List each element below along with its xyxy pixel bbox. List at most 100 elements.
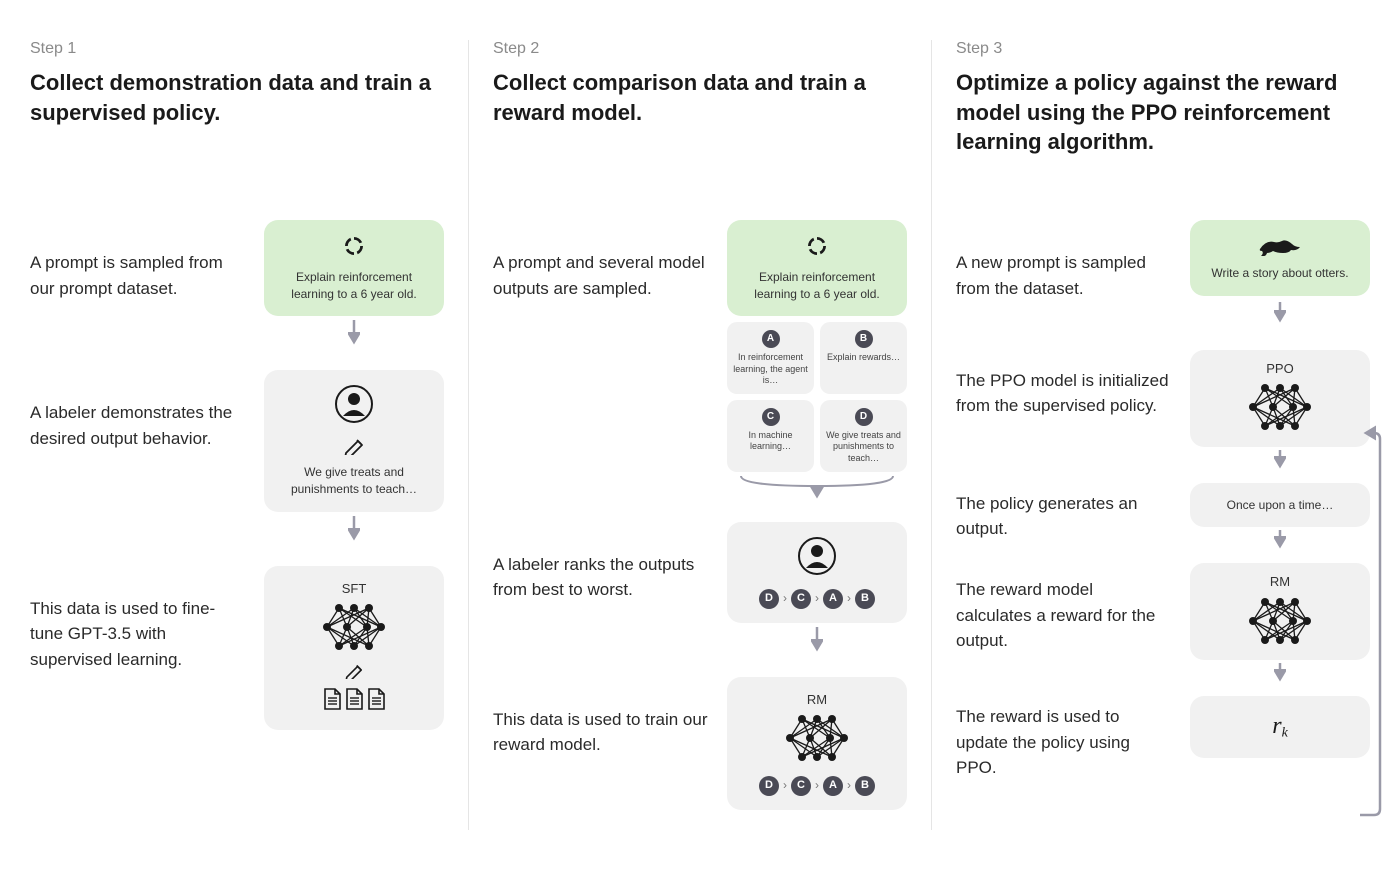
reward-symbol: r (1272, 713, 1281, 739)
rank-ball: A (823, 776, 843, 796)
ranking-row: D› C› A› B (737, 589, 897, 609)
rank-ball: C (791, 776, 811, 796)
step-2-label: Step 2 (493, 40, 907, 58)
rm-card: RM (1190, 563, 1370, 660)
option-d: D We give treats and punishments to teach… (820, 400, 907, 472)
docs-row (322, 687, 386, 711)
step-2-row-samples: A prompt and several model outputs are s… (493, 220, 907, 502)
rank-ball: A (823, 589, 843, 609)
rank-ball: B (855, 589, 875, 609)
merge-arrow-icon (727, 472, 907, 502)
option-letter: C (762, 408, 780, 426)
arrow-down-icon (1190, 660, 1370, 686)
step-2-row-rm: This data is used to train our reward mo… (493, 677, 907, 810)
step-3-row-output-text: The policy generates an output. (956, 483, 1172, 542)
person-icon (797, 536, 837, 576)
step-3-row-ppo-text: The PPO model is initialized from the su… (956, 350, 1172, 419)
options-grid: A In reinforcement learning, the agent is… (727, 322, 907, 472)
step-3-row-rm-text: The reward model calculates a reward for… (956, 563, 1172, 654)
pen-icon (345, 661, 363, 679)
neural-net-icon (1245, 596, 1315, 646)
step-1-row-prompt-text: A prompt is sampled from our prompt data… (30, 220, 246, 301)
step-2-row-ranking-text: A labeler ranks the outputs from best to… (493, 522, 709, 603)
step-3-row-reward-text: The reward is used to update the policy … (956, 696, 1172, 781)
step-3-title: Optimize a policy against the reward mod… (956, 68, 1370, 158)
step-3-row-ppo: The PPO model is initialized from the su… (956, 350, 1370, 473)
step-1-title: Collect demonstration data and train a s… (30, 68, 444, 158)
step-1-row-labeler-text: A labeler demonstrates the desired outpu… (30, 370, 246, 451)
reward-card: rk (1190, 696, 1370, 758)
rm-label: RM (1198, 573, 1362, 591)
option-text: Explain rewards… (826, 352, 901, 363)
prompt-card: Explain reinforcement learning to a 6 ye… (727, 220, 907, 316)
step-1-row-sft-text: This data is used to fine-tune GPT-3.5 w… (30, 566, 246, 673)
neural-net-icon (782, 713, 852, 763)
step-3-row-prompt-text: A new prompt is sampled from the dataset… (956, 220, 1172, 301)
option-c: C In machine learning… (727, 400, 814, 472)
ppo-card: PPO (1190, 350, 1370, 447)
cycle-icon (342, 234, 366, 258)
option-a: A In reinforcement learning, the agent is… (727, 322, 814, 394)
arrow-down-icon (727, 623, 907, 657)
option-letter: B (855, 330, 873, 348)
rank-ball: B (855, 776, 875, 796)
rank-ball: D (759, 589, 779, 609)
prompt-text: Explain reinforcement learning to a 6 ye… (274, 269, 434, 303)
rank-ball: D (759, 776, 779, 796)
prompt-text: Explain reinforcement learning to a 6 ye… (737, 269, 897, 303)
step-2-title: Collect comparison data and train a rewa… (493, 68, 907, 158)
step-1-column: Step 1 Collect demonstration data and tr… (30, 40, 444, 830)
step-2-column: Step 2 Collect comparison data and train… (493, 40, 907, 830)
sft-label: SFT (274, 580, 434, 598)
step-2-row-samples-text: A prompt and several model outputs are s… (493, 220, 709, 301)
step-1-row-sft: This data is used to fine-tune GPT-3.5 w… (30, 566, 444, 731)
step-2-row-rm-text: This data is used to train our reward mo… (493, 677, 709, 758)
rm-label: RM (737, 691, 897, 709)
arrow-down-icon (1190, 527, 1370, 553)
ranking-row: D› C› A› B (737, 776, 897, 796)
rm-card: RM D› C› A› B (727, 677, 907, 810)
person-icon (334, 384, 374, 424)
demo-text: We give treats and punishments to teach… (274, 464, 434, 498)
step-1-row-prompt: A prompt is sampled from our prompt data… (30, 220, 444, 350)
step-3-column: Step 3 Optimize a policy against the rew… (956, 40, 1370, 830)
labeler-card: We give treats and punishments to teach… (264, 370, 444, 511)
neural-net-icon (1245, 382, 1315, 432)
option-text: In reinforcement learning, the agent is… (733, 352, 808, 386)
option-b: B Explain rewards… (820, 322, 907, 394)
arrow-down-icon (264, 316, 444, 350)
step-1-row-labeler: A labeler demonstrates the desired outpu… (30, 370, 444, 545)
ppo-label: PPO (1198, 360, 1362, 378)
diagram-container: Step 1 Collect demonstration data and tr… (30, 40, 1370, 830)
prompt-text: Write a story about otters. (1200, 265, 1360, 282)
neural-net-icon (319, 602, 389, 652)
prompt-card: Write a story about otters. (1190, 220, 1370, 296)
column-divider (931, 40, 932, 830)
option-text: We give treats and punishments to teach… (826, 430, 901, 464)
pen-icon (344, 435, 364, 455)
step-3-row-reward: The reward is used to update the policy … (956, 696, 1370, 781)
feedback-loop-arrow-icon (1355, 425, 1385, 825)
output-card: Once upon a time… (1190, 483, 1370, 528)
step-3-row-output: The policy generates an output. Once upo… (956, 483, 1370, 554)
reward-subscript: k (1282, 726, 1288, 741)
cycle-icon (805, 234, 829, 258)
option-letter: A (762, 330, 780, 348)
sft-card: SFT (264, 566, 444, 731)
doc-icon (322, 687, 342, 711)
step-2-row-ranking: A labeler ranks the outputs from best to… (493, 522, 907, 657)
option-text: In machine learning… (733, 430, 808, 453)
ranking-card: D› C› A› B (727, 522, 907, 623)
column-divider (468, 40, 469, 830)
arrow-down-icon (1190, 296, 1370, 330)
step-3-label: Step 3 (956, 40, 1370, 58)
output-text: Once upon a time… (1200, 497, 1360, 514)
rank-ball: C (791, 589, 811, 609)
arrow-down-icon (1190, 447, 1370, 473)
doc-icon (344, 687, 364, 711)
arrow-down-icon (264, 512, 444, 546)
prompt-card: Explain reinforcement learning to a 6 ye… (264, 220, 444, 316)
option-letter: D (855, 408, 873, 426)
otter-icon (1257, 234, 1303, 256)
step-1-label: Step 1 (30, 40, 444, 58)
